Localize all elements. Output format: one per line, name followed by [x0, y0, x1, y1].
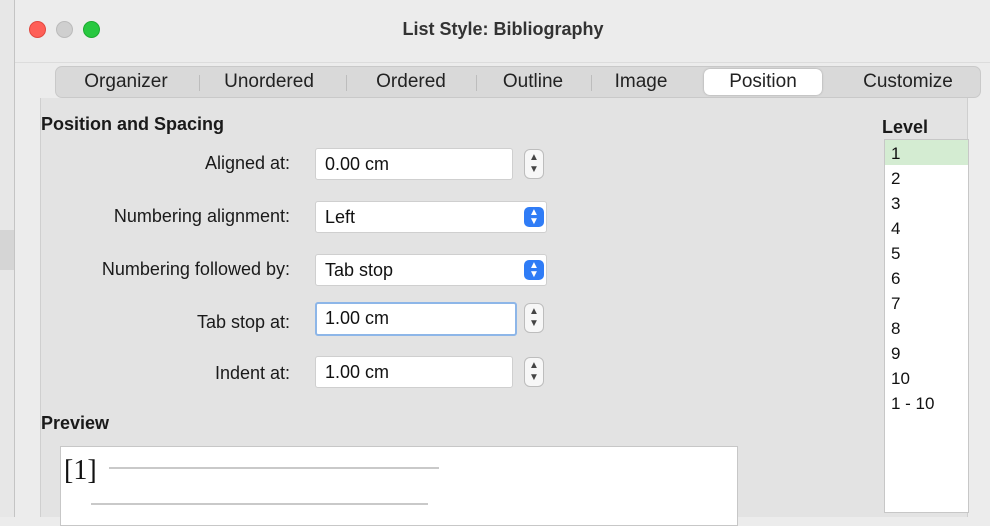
preview-sample-number: [1] [64, 455, 97, 486]
chevron-up-icon: ▲ [529, 306, 539, 317]
preview-line [91, 503, 428, 505]
tab-separator [476, 75, 477, 91]
tab-separator [591, 75, 592, 91]
select-stepper-icon[interactable]: ▲ ▼ [524, 207, 544, 227]
numbering-alignment-select[interactable]: Left [315, 201, 547, 233]
select-stepper-icon[interactable]: ▲ ▼ [524, 260, 544, 280]
tab-stop-at-field[interactable]: 1.00 cm [315, 302, 517, 336]
chevron-down-icon: ▼ [529, 372, 539, 383]
level-item-9[interactable]: 9 [885, 340, 968, 365]
level-item-7[interactable]: 7 [885, 290, 968, 315]
level-item-2[interactable]: 2 [885, 165, 968, 190]
background-window-edge [0, 230, 14, 270]
window-title: List Style: Bibliography [402, 19, 604, 39]
tab-image[interactable]: Image [596, 67, 686, 97]
tab-stop-at-label: Tab stop at: [196, 312, 290, 332]
indent-at-field[interactable]: 1.00 cm [315, 356, 513, 388]
preview-heading: Preview [41, 413, 110, 433]
level-item-5[interactable]: 5 [885, 240, 968, 265]
position-spacing-heading: Position and Spacing [41, 114, 225, 134]
indent-at-stepper[interactable]: ▲ ▼ [524, 357, 544, 387]
tab-bar: Organizer Unordered Ordered Outline Imag… [55, 66, 981, 98]
tab-unordered[interactable]: Unordered [204, 67, 334, 97]
level-item-8[interactable]: 8 [885, 315, 968, 340]
numbering-followed-by-select[interactable]: Tab stop [315, 254, 547, 286]
indent-at-label: Indent at: [214, 363, 290, 383]
chevron-up-icon: ▲ [529, 360, 539, 371]
chevron-down-icon: ▼ [529, 164, 539, 175]
tab-stop-at-stepper[interactable]: ▲ ▼ [524, 303, 544, 333]
aligned-at-field[interactable]: 0.00 cm [315, 148, 513, 180]
level-heading: Level [882, 117, 929, 137]
title-bar: List Style: Bibliography [15, 0, 990, 63]
level-item-6[interactable]: 6 [885, 265, 968, 290]
level-item-all[interactable]: 1 - 10 [885, 390, 968, 415]
tab-ordered[interactable]: Ordered [356, 67, 466, 97]
level-item-4[interactable]: 4 [885, 215, 968, 240]
numbering-followed-by-label: Numbering followed by: [101, 259, 290, 279]
tab-separator [346, 75, 347, 91]
chevron-up-icon: ▲ [529, 152, 539, 163]
tab-outline[interactable]: Outline [482, 67, 584, 97]
tab-position[interactable]: Position [704, 69, 822, 95]
tab-organizer[interactable]: Organizer [62, 67, 190, 97]
level-item-3[interactable]: 3 [885, 190, 968, 215]
preview-line [109, 467, 439, 469]
level-item-1[interactable]: 1 [885, 140, 968, 165]
level-item-10[interactable]: 10 [885, 365, 968, 390]
aligned-at-label: Aligned at: [204, 153, 290, 173]
aligned-at-stepper[interactable]: ▲ ▼ [524, 149, 544, 179]
numbering-alignment-label: Numbering alignment: [113, 206, 290, 226]
chevron-down-icon: ▼ [529, 318, 539, 329]
preview-box: [1] [60, 446, 738, 526]
level-list[interactable]: 1 2 3 4 5 6 7 8 9 10 1 - 10 [884, 139, 969, 513]
tab-separator [199, 75, 200, 91]
tab-customize[interactable]: Customize [838, 67, 978, 97]
